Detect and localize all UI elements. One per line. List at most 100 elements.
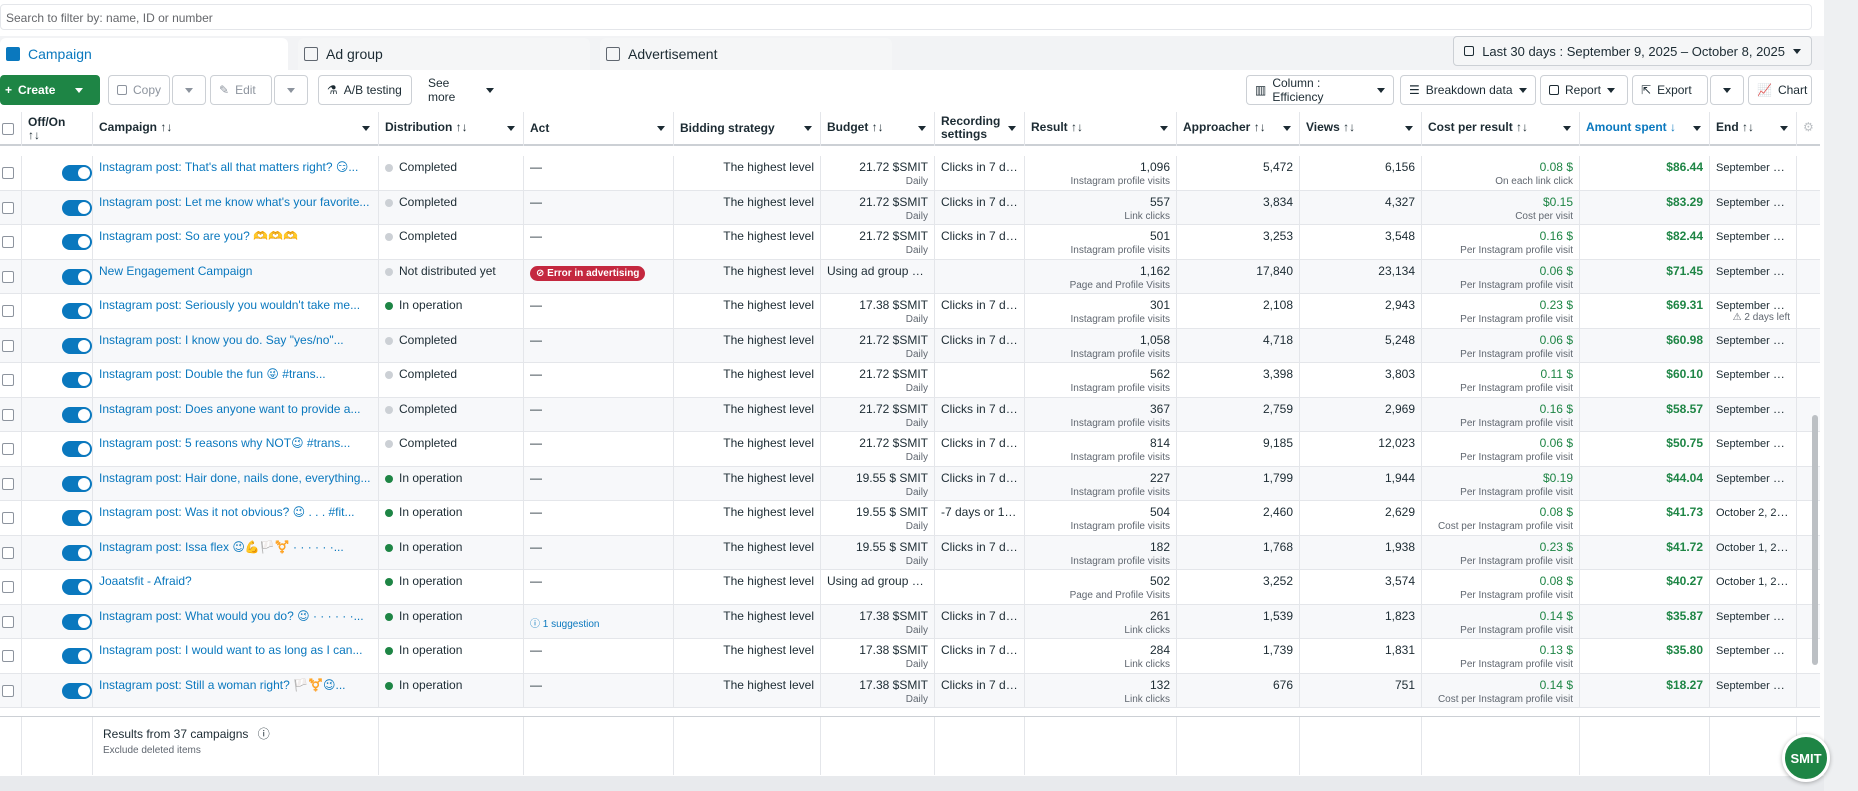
toggle-cell[interactable]: [22, 363, 93, 397]
col-distribution[interactable]: Distribution ↑↓: [379, 112, 524, 146]
checkbox-cell[interactable]: [0, 639, 22, 673]
column-settings-icon[interactable]: ⚙: [1797, 112, 1820, 146]
budget-cell[interactable]: 21.72 $SMIT Daily: [821, 190, 935, 225]
copy-dropdown-button[interactable]: [172, 75, 206, 105]
col-bidding[interactable]: Bidding strategy: [674, 112, 821, 146]
smit-fab-button[interactable]: SMIT: [1782, 734, 1830, 782]
checkbox-cell[interactable]: [0, 363, 22, 397]
campaign-toggle[interactable]: [62, 544, 92, 561]
toggle-cell[interactable]: [22, 259, 93, 294]
toggle-cell[interactable]: [22, 570, 93, 604]
table-row[interactable]: Instagram post: Seriously you wouldn't t…: [0, 294, 1820, 329]
budget-cell[interactable]: 21.72 $SMIT Daily: [821, 328, 935, 363]
toggle-cell[interactable]: [22, 190, 93, 225]
col-offon[interactable]: Off/On ↑↓: [22, 112, 93, 146]
toggle-cell[interactable]: [22, 397, 93, 432]
campaign-name-link[interactable]: Instagram post: Does anyone want to prov…: [93, 397, 379, 432]
col-result[interactable]: Result ↑↓: [1025, 112, 1177, 146]
chart-button[interactable]: 📈 Chart: [1748, 75, 1812, 105]
campaign-toggle[interactable]: [62, 648, 92, 664]
campaign-toggle[interactable]: [62, 268, 92, 285]
campaign-name-link[interactable]: Instagram post: That's all that matters …: [93, 156, 379, 190]
campaign-name-link[interactable]: Instagram post: Hair done, nails done, e…: [93, 466, 379, 501]
export-button[interactable]: ⇱ Export: [1632, 75, 1708, 105]
toggle-cell[interactable]: [22, 156, 93, 190]
campaign-name-link[interactable]: Instagram post: Was it not obvious? 😉 . …: [93, 501, 379, 535]
table-row[interactable]: Instagram post: 5 reasons why NOT😉 #tran…: [0, 432, 1820, 467]
col-act[interactable]: Act: [524, 112, 674, 146]
breakdown-button[interactable]: ☰ Breakdown data: [1400, 75, 1536, 105]
checkbox-cell[interactable]: [0, 501, 22, 535]
suggestion-link[interactable]: ⓘ 1 suggestion: [530, 615, 600, 630]
campaign-toggle[interactable]: [62, 165, 92, 181]
table-row[interactable]: Instagram post: I would want to as long …: [0, 639, 1820, 674]
campaign-name-link[interactable]: Joaatsfit - Afraid?: [93, 570, 379, 604]
campaign-name-link[interactable]: Instagram post: Double the fun 😜 #trans.…: [93, 363, 379, 397]
checkbox-cell[interactable]: [0, 259, 22, 294]
row-checkbox[interactable]: [2, 201, 14, 214]
campaign-name-link[interactable]: New Engagement Campaign: [93, 259, 379, 294]
table-row[interactable]: Instagram post: Double the fun 😜 #trans.…: [0, 363, 1820, 398]
campaign-name-link[interactable]: Instagram post: So are you? 🫶🫶🫶: [93, 225, 379, 259]
select-all-checkbox-cell[interactable]: [0, 112, 22, 146]
error-badge[interactable]: ⊘ Error in advertising: [530, 265, 646, 281]
search-input[interactable]: Search to filter by: name, ID or number: [0, 4, 1812, 30]
checkbox-cell[interactable]: [0, 156, 22, 190]
row-checkbox[interactable]: [2, 546, 14, 559]
select-all-checkbox[interactable]: [2, 123, 14, 135]
budget-cell[interactable]: 21.72 $SMIT Daily: [821, 397, 935, 432]
col-budget[interactable]: Budget ↑↓: [821, 112, 935, 146]
campaign-toggle[interactable]: [62, 199, 92, 216]
checkbox-cell[interactable]: [0, 190, 22, 225]
row-checkbox[interactable]: [2, 615, 14, 628]
row-checkbox[interactable]: [2, 236, 14, 248]
campaign-toggle[interactable]: [62, 372, 92, 388]
budget-cell[interactable]: 21.72 $SMIT Daily: [821, 363, 935, 397]
checkbox-cell[interactable]: [0, 328, 22, 363]
table-row[interactable]: Instagram post: Let me know what's your …: [0, 190, 1820, 225]
budget-cell[interactable]: 19.55 $ SMIT Daily: [821, 501, 935, 535]
row-checkbox[interactable]: [2, 374, 14, 386]
edit-dropdown-button[interactable]: [274, 75, 308, 105]
row-checkbox[interactable]: [2, 167, 14, 179]
row-checkbox[interactable]: [2, 305, 14, 317]
checkbox-cell[interactable]: [0, 466, 22, 501]
tab-campaign[interactable]: Campaign: [0, 38, 288, 70]
vertical-scrollbar[interactable]: [1812, 415, 1818, 665]
campaign-toggle[interactable]: [62, 441, 92, 457]
table-row[interactable]: Instagram post: That's all that matters …: [0, 156, 1820, 191]
col-cost-per-result[interactable]: Cost per result ↑↓: [1422, 112, 1580, 146]
budget-cell[interactable]: 17.38 $SMIT Daily: [821, 604, 935, 639]
budget-cell[interactable]: Using ad group bu...: [821, 259, 935, 294]
campaign-toggle[interactable]: [62, 337, 92, 354]
table-row[interactable]: Instagram post: What would you do? 😉 · ·…: [0, 604, 1820, 639]
campaign-toggle[interactable]: [62, 579, 92, 595]
table-row[interactable]: Instagram post: Was it not obvious? 😉 . …: [0, 501, 1820, 536]
budget-cell[interactable]: 21.72 $SMIT Daily: [821, 432, 935, 466]
row-checkbox[interactable]: [2, 270, 14, 283]
campaign-toggle[interactable]: [62, 510, 92, 526]
campaign-toggle[interactable]: [62, 475, 92, 492]
table-row[interactable]: New Engagement Campaign Not distributed y…: [0, 259, 1820, 294]
date-range-picker[interactable]: Last 30 days : September 9, 2025 – Octob…: [1453, 36, 1812, 66]
table-row[interactable]: Instagram post: I know you do. Say "yes/…: [0, 328, 1820, 363]
campaign-name-link[interactable]: Instagram post: Seriously you wouldn't t…: [93, 294, 379, 328]
export-dropdown-button[interactable]: [1710, 75, 1744, 105]
campaign-toggle[interactable]: [62, 682, 92, 699]
campaign-toggle[interactable]: [62, 406, 92, 423]
row-checkbox[interactable]: [2, 339, 14, 352]
ab-testing-button[interactable]: ⚗ A/B testing: [318, 75, 412, 105]
checkbox-cell[interactable]: [0, 432, 22, 466]
table-row[interactable]: Instagram post: So are you? 🫶🫶🫶 Completed…: [0, 225, 1820, 260]
campaign-toggle[interactable]: [62, 613, 92, 630]
toggle-cell[interactable]: [22, 604, 93, 639]
act-cell[interactable]: ⓘ 1 suggestion: [524, 604, 674, 639]
budget-cell[interactable]: 17.38 $SMIT Daily: [821, 294, 935, 328]
report-button[interactable]: Report: [1540, 75, 1628, 105]
checkbox-cell[interactable]: [0, 535, 22, 570]
campaign-name-link[interactable]: Instagram post: What would you do? 😉 · ·…: [93, 604, 379, 639]
budget-cell[interactable]: 19.55 $ SMIT Daily: [821, 466, 935, 501]
toggle-cell[interactable]: [22, 328, 93, 363]
budget-cell[interactable]: 21.72 $SMIT Daily: [821, 225, 935, 259]
col-approacher[interactable]: Approacher ↑↓: [1177, 112, 1300, 146]
